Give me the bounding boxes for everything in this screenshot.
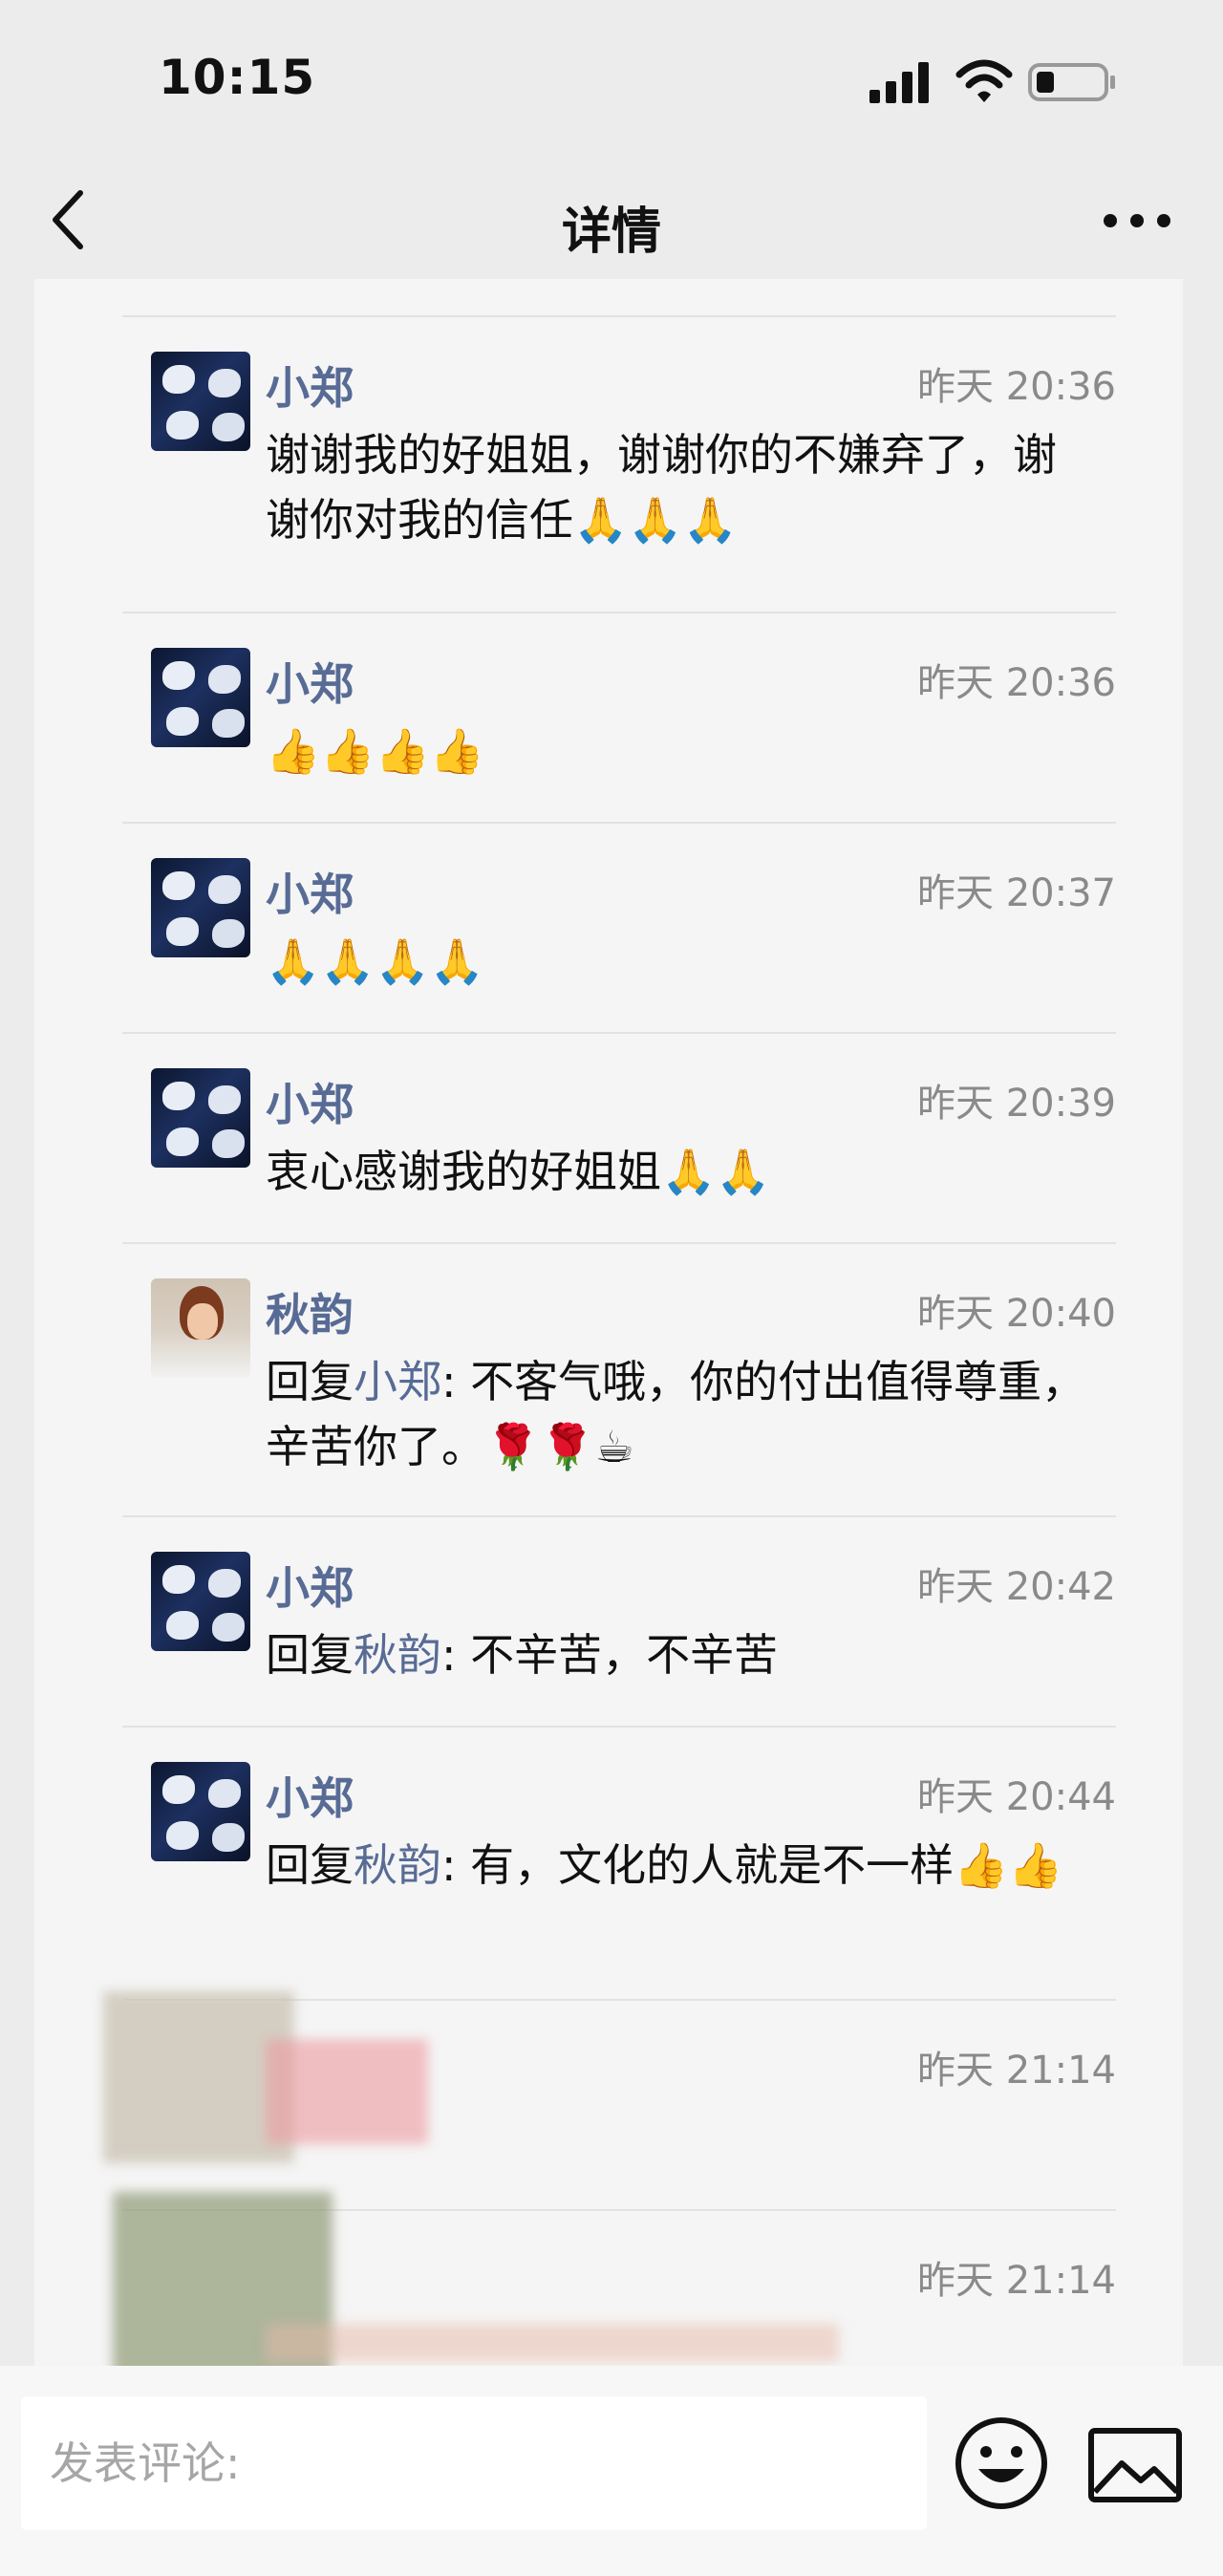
comment-text: 回复秋韵: 有，文化的人就是不一样👍👍 [266, 1833, 1087, 1898]
comment-author[interactable]: 小郑 [266, 1554, 354, 1617]
navigation-bar: 详情 [0, 162, 1223, 279]
comment-author[interactable]: 小郑 [266, 1764, 354, 1827]
avatar[interactable] [151, 1068, 250, 1168]
comment-time: 昨天 20:44 [917, 1775, 1116, 1819]
comment-text: 回复秋韵: 不辛苦，不辛苦 [266, 1622, 1087, 1687]
comment-text: 谢谢我的好姐姐，谢谢你的不嫌弃了，谢谢你对我的信任🙏🙏🙏 [266, 429, 1057, 546]
wifi-icon [955, 59, 1013, 102]
status-bar: 10:15 [0, 0, 1223, 162]
reply-text: : 有，文化的人就是不一样👍👍 [441, 1839, 1063, 1891]
reply-label: 回复 [266, 1356, 354, 1407]
comment-text: 🙏🙏🙏🙏 [266, 935, 485, 987]
comment-author[interactable]: 小郑 [266, 650, 354, 713]
reply-label: 回复 [266, 1839, 354, 1891]
comment-item[interactable]: 小郑 昨天 20:36 谢谢我的好姐姐，谢谢你的不嫌弃了，谢谢你对我的信任🙏🙏🙏 [122, 315, 1116, 612]
comment-item[interactable]: 小郑 昨天 20:44 回复秋韵: 有，文化的人就是不一样👍👍 [122, 1726, 1116, 1999]
comment-author[interactable]: 小郑 [266, 1070, 354, 1133]
comment-text: 👍👍👍👍 [266, 725, 485, 777]
comment-list: 小郑 昨天 20:36 谢谢我的好姐姐，谢谢你的不嫌弃了，谢谢你对我的信任🙏🙏🙏… [103, 315, 1116, 2366]
reply-label: 回复 [266, 1629, 354, 1681]
comment-time: 昨天 20:36 [917, 661, 1116, 705]
comment-time: 昨天 20:40 [917, 1292, 1116, 1336]
comment-time: 昨天 20:36 [917, 365, 1116, 409]
reply-text: : 不辛苦，不辛苦 [441, 1629, 779, 1681]
battery-icon [1028, 63, 1115, 101]
comment-item[interactable]: 小郑 昨天 20:36 👍👍👍👍 [122, 612, 1116, 822]
status-time: 10:15 [159, 50, 316, 105]
image-picture-icon[interactable] [1085, 2415, 1185, 2515]
comment-input[interactable] [21, 2396, 927, 2530]
avatar[interactable] [151, 352, 250, 451]
avatar[interactable] [151, 1762, 250, 1861]
comment-time: 昨天 21:14 [917, 2259, 1116, 2303]
comment-panel: 小郑 昨天 20:36 谢谢我的好姐姐，谢谢你的不嫌弃了，谢谢你对我的信任🙏🙏🙏… [34, 279, 1183, 2366]
comment-item[interactable]: 小郑 昨天 20:42 回复秋韵: 不辛苦，不辛苦 [122, 1515, 1116, 1726]
comment-author[interactable]: 小郑 [266, 860, 354, 923]
comment-text: 回复小郑: 不客气哦，你的付出值得尊重，辛苦你了。🌹🌹☕ [266, 1349, 1087, 1479]
reply-target-name[interactable]: 小郑 [354, 1356, 441, 1407]
comment-time: 昨天 21:14 [917, 2049, 1116, 2093]
comment-time: 昨天 20:39 [917, 1082, 1116, 1126]
comment-item[interactable]: 秋韵 昨天 20:40 回复小郑: 不客气哦，你的付出值得尊重，辛苦你了。🌹🌹☕ [122, 1242, 1116, 1515]
comment-item[interactable]: 昨天 21:14 [113, 2192, 1116, 2366]
blurred-name [266, 2039, 428, 2144]
comment-time: 昨天 20:42 [917, 1565, 1116, 1609]
smiley-face-icon[interactable] [952, 2414, 1051, 2513]
comment-item[interactable]: 小郑 昨天 20:39 衷心感谢我的好姐姐🙏🙏 [122, 1032, 1116, 1242]
comment-text: 衷心感谢我的好姐姐🙏🙏 [266, 1146, 771, 1197]
comment-item[interactable]: 昨天 21:14 [103, 1991, 1116, 2209]
blurred-content [266, 2324, 839, 2362]
avatar[interactable] [151, 648, 250, 747]
cellular-signal-icon [869, 62, 929, 103]
comment-item[interactable]: 小郑 昨天 20:37 🙏🙏🙏🙏 [122, 822, 1116, 1032]
comment-author[interactable]: 小郑 [266, 354, 354, 417]
avatar[interactable] [151, 1278, 250, 1378]
avatar[interactable] [151, 1552, 250, 1651]
page-title: 详情 [561, 204, 661, 261]
comment-time: 昨天 20:37 [917, 871, 1116, 915]
reply-target-name[interactable]: 秋韵 [354, 1629, 441, 1681]
avatar[interactable] [151, 858, 250, 957]
reply-target-name[interactable]: 秋韵 [354, 1839, 441, 1891]
more-dots-icon[interactable] [1099, 197, 1175, 245]
comment-author[interactable]: 秋韵 [266, 1280, 354, 1343]
comment-input-bar [0, 2366, 1223, 2576]
